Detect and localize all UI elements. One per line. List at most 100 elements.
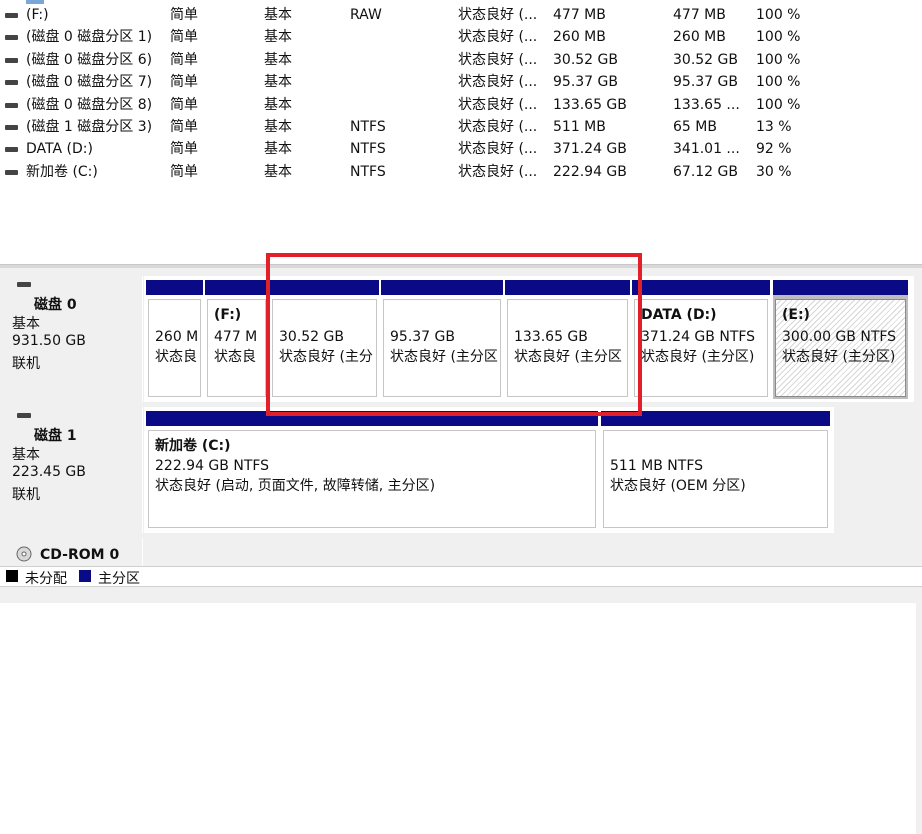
volume-layout: 简单 (170, 29, 198, 45)
volume-free: 30.52 GB (673, 52, 738, 68)
partition-status: 状态良好 (启动, 页面文件, 故障转储, 主分区) (155, 478, 436, 494)
volume-layout: 简单 (170, 141, 198, 157)
legend-primary: 主分区 (98, 571, 140, 587)
partition-size: 511 MB NTFS (610, 458, 704, 474)
volume-row[interactable]: DATA (D:) 简单 基本 NTFS 状态良好 (... 371.24 GB… (0, 138, 922, 160)
volume-type: 基本 (264, 119, 292, 135)
volume-capacity: 477 MB (553, 7, 606, 23)
partition-status: 状态良好 (主分区) (641, 349, 755, 365)
partition-size: 371.24 GB NTFS (641, 329, 756, 345)
volume-fs: RAW (350, 7, 382, 23)
disk-state: 联机 (12, 487, 40, 503)
volume-name: (磁盘 0 磁盘分区 1) (26, 29, 153, 45)
disk-icon (17, 413, 31, 418)
volume-type: 基本 (264, 74, 292, 90)
volume-capacity: 371.24 GB (553, 141, 627, 157)
drive-icon (5, 58, 18, 63)
volume-type: 基本 (264, 29, 292, 45)
volume-type: 基本 (264, 52, 292, 68)
volume-layout: 简单 (170, 74, 198, 90)
partition-status: 状态良 (155, 349, 197, 365)
drive-icon (5, 170, 18, 175)
volume-free-pct: 100 % (756, 7, 801, 23)
volume-status: 状态良好 (... (458, 119, 538, 135)
volume-free: 260 MB (673, 29, 726, 45)
volume-free-pct: 100 % (756, 97, 801, 113)
partition[interactable]: 511 MB NTFS 状态良好 (OEM 分区) (601, 411, 830, 530)
volume-name: DATA (D:) (26, 141, 93, 157)
drive-icon (5, 35, 18, 40)
volume-fs: NTFS (350, 141, 386, 157)
volume-name: (磁盘 0 磁盘分区 6) (26, 52, 153, 68)
volume-status: 状态良好 (... (458, 97, 538, 113)
drive-icon (5, 125, 18, 130)
volume-fs: NTFS (350, 119, 386, 135)
volume-type: 基本 (264, 97, 292, 113)
partition[interactable]: (F:) 477 M 状态良 (205, 280, 268, 399)
volume-status: 状态良好 (... (458, 29, 538, 45)
drive-icon (5, 80, 18, 85)
volume-row[interactable]: (磁盘 1 磁盘分区 3) 简单 基本 NTFS 状态良好 (... 511 M… (0, 116, 922, 138)
volume-row[interactable]: 新加卷 (C:) 简单 基本 NTFS 状态良好 (... 222.94 GB … (0, 161, 922, 183)
volume-type: 基本 (264, 7, 292, 23)
partition-title: 新加卷 (C:) (155, 438, 231, 454)
volume-name: (磁盘 0 磁盘分区 7) (26, 74, 153, 90)
disk-1-label[interactable]: 磁盘 1 基本 223.45 GB 联机 (2, 407, 143, 533)
cdrom-0-label[interactable]: CD-ROM 0 (2, 538, 143, 566)
volume-free-pct: 13 % (756, 119, 792, 135)
volume-name: 新加卷 (C:) (26, 164, 98, 180)
disk-icon (17, 282, 31, 287)
volume-capacity: 95.37 GB (553, 74, 618, 90)
partition[interactable]: 新加卷 (C:) 222.94 GB NTFS 状态良好 (启动, 页面文件, … (146, 411, 598, 530)
volume-layout: 简单 (170, 52, 198, 68)
volume-layout: 简单 (170, 7, 198, 23)
volume-fs: NTFS (350, 164, 386, 180)
partition-size: 222.94 GB NTFS (155, 458, 270, 474)
volume-row[interactable]: (磁盘 0 磁盘分区 7) 简单 基本 状态良好 (... 95.37 GB 9… (0, 71, 922, 93)
disk-state: 联机 (12, 356, 40, 372)
disk-1-partitions: 新加卷 (C:) 222.94 GB NTFS 状态良好 (启动, 页面文件, … (144, 407, 834, 533)
disk-0-label[interactable]: 磁盘 0 基本 931.50 GB 联机 (2, 276, 143, 402)
partition-status: 状态良好 (主分区) (782, 349, 896, 365)
status-bar (0, 586, 922, 603)
volume-capacity: 260 MB (553, 29, 606, 45)
partition-size: 300.00 GB NTFS (782, 329, 897, 345)
volume-capacity: 30.52 GB (553, 52, 618, 68)
volume-capacity: 133.65 GB (553, 97, 627, 113)
volume-row[interactable]: (磁盘 0 磁盘分区 1) 简单 基本 状态良好 (... 260 MB 260… (0, 26, 922, 48)
partition-title: (F:) (214, 307, 242, 323)
disk-type: 基本 (12, 447, 40, 463)
disk-type: 基本 (12, 316, 40, 332)
volume-capacity: 222.94 GB (553, 164, 627, 180)
drive-icon (5, 147, 18, 152)
volume-status: 状态良好 (... (458, 141, 538, 157)
partition[interactable]: 260 M 状态良 (146, 280, 203, 399)
volume-free-pct: 100 % (756, 29, 801, 45)
volume-free-pct: 100 % (756, 52, 801, 68)
volume-free: 65 MB (673, 119, 717, 135)
volume-row[interactable]: (F:) 简单 基本 RAW 状态良好 (... 477 MB 477 MB 1… (0, 4, 922, 26)
partition-status: 状态良 (214, 349, 256, 365)
partition-selected[interactable]: (E:) 300.00 GB NTFS 状态良好 (主分区) (773, 280, 908, 399)
partition-title: DATA (D:) (641, 307, 717, 323)
partition-primary-bar (146, 280, 203, 295)
volume-free: 133.65 ... (673, 97, 740, 113)
partition-primary-bar (773, 280, 908, 295)
disk-size: 931.50 GB (12, 333, 86, 349)
volume-type: 基本 (264, 141, 292, 157)
volume-row[interactable]: (磁盘 0 磁盘分区 6) 简单 基本 状态良好 (... 30.52 GB 3… (0, 49, 922, 71)
volume-capacity: 511 MB (553, 119, 606, 135)
drive-icon (5, 103, 18, 108)
legend: 未分配 主分区 (0, 566, 922, 587)
volume-row[interactable]: (磁盘 0 磁盘分区 8) 简单 基本 状态良好 (... 133.65 GB … (0, 94, 922, 116)
partition[interactable]: DATA (D:) 371.24 GB NTFS 状态良好 (主分区) (632, 280, 770, 399)
volume-layout: 简单 (170, 97, 198, 113)
unallocated-swatch (6, 570, 18, 582)
highlight-box (266, 253, 642, 416)
partition-status: 状态良好 (OEM 分区) (610, 478, 746, 494)
disk-name: 磁盘 0 (34, 297, 77, 313)
volume-status: 状态良好 (... (458, 164, 538, 180)
legend-unallocated: 未分配 (25, 571, 67, 587)
volume-status: 状态良好 (... (458, 52, 538, 68)
volume-free-pct: 100 % (756, 74, 801, 90)
